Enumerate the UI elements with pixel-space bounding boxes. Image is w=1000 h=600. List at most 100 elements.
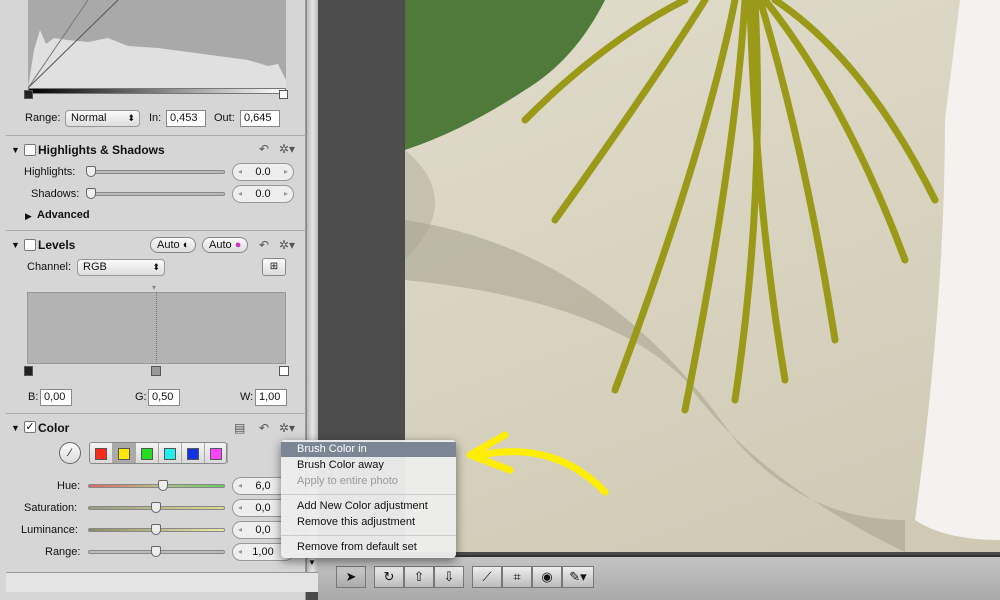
gray-level-handle[interactable]: [151, 366, 161, 376]
swatch-color: [187, 448, 199, 460]
dress: [915, 0, 1000, 540]
curves-histogram[interactable]: [28, 0, 286, 88]
disclosure-open-icon[interactable]: ▼: [11, 145, 20, 155]
color-title: Color: [38, 421, 70, 435]
eyedropper-icon[interactable]: ⁄: [59, 442, 81, 464]
gear-context-menu: Brush Color in Brush Color away Apply to…: [281, 440, 456, 558]
color-checkbox[interactable]: ✓: [24, 421, 36, 433]
swatch-color: [95, 448, 107, 460]
shadows-label: Shadows:: [31, 188, 80, 200]
reset-icon[interactable]: ↶: [259, 238, 269, 252]
luminance-slider-thumb[interactable]: [151, 524, 161, 535]
lift-icon[interactable]: ⇧: [404, 566, 434, 588]
auto-levels-luminance-button[interactable]: Auto ◐: [150, 237, 197, 253]
quarter-tones-button[interactable]: ⊞: [262, 258, 286, 276]
adjustments-panel: Range: Normal In: 0,453 Out: 0,645 ▼ Hig…: [0, 0, 306, 600]
shadows-slider[interactable]: [88, 192, 225, 196]
g-field[interactable]: 0,50: [148, 389, 180, 406]
reset-icon[interactable]: ↶: [259, 421, 269, 435]
disclosure-open-icon[interactable]: ▼: [11, 240, 20, 250]
saturation-label: Saturation:: [24, 502, 78, 514]
black-level-handle[interactable]: [24, 366, 33, 376]
photo-image: [405, 0, 1000, 552]
swatch-color: [210, 448, 222, 460]
gear-icon[interactable]: ✲▾: [279, 238, 295, 252]
redeye-icon[interactable]: ◉: [532, 566, 562, 588]
shadows-stepper[interactable]: 0.0: [232, 185, 294, 203]
gear-icon[interactable]: ✲▾: [279, 421, 295, 435]
highlights-stepper[interactable]: 0.0: [232, 163, 294, 181]
gamma-marker-icon: ▾: [152, 283, 157, 292]
highlights-slider[interactable]: [88, 170, 225, 174]
color-swatch-button[interactable]: [136, 443, 159, 463]
out-field[interactable]: 0,645: [240, 110, 280, 127]
half-circle-icon: ◐: [182, 239, 190, 251]
disclosure-closed-icon[interactable]: ▶: [25, 211, 32, 222]
hue-slider[interactable]: [88, 484, 225, 488]
menu-item-add-color-adjustment[interactable]: Add New Color adjustment: [281, 499, 456, 514]
menu-item-brush-color-away[interactable]: Brush Color away: [281, 458, 456, 473]
gear-icon[interactable]: ✲▾: [279, 142, 295, 156]
color-swatch-button[interactable]: [90, 443, 113, 463]
b-field[interactable]: 0,00: [40, 389, 72, 406]
color-swatch-button[interactable]: [182, 443, 205, 463]
auto-label: Auto: [157, 239, 180, 251]
w-field[interactable]: 1,00: [255, 389, 287, 406]
highlights-label: Highlights:: [24, 166, 76, 178]
levels-checkbox[interactable]: [24, 239, 36, 251]
hue-slider-thumb[interactable]: [158, 480, 168, 491]
table-icon[interactable]: ▤: [234, 421, 245, 435]
range-slider-thumb[interactable]: [151, 546, 161, 557]
divider: [6, 230, 306, 231]
in-label: In:: [149, 112, 162, 124]
gamma-line: [156, 292, 157, 364]
menu-item-remove-adjustment[interactable]: Remove this adjustment: [281, 515, 456, 530]
reset-icon[interactable]: ↶: [259, 142, 269, 156]
color-swatch-group: [89, 442, 228, 464]
range-select[interactable]: Normal: [65, 110, 140, 127]
straighten-icon[interactable]: ↻: [374, 566, 404, 588]
shadows-slider-thumb[interactable]: [86, 188, 96, 199]
menu-separator: [281, 494, 456, 495]
in-field[interactable]: 0,453: [166, 110, 206, 127]
highlights-slider-thumb[interactable]: [86, 166, 96, 177]
swatch-color: [141, 448, 153, 460]
divider: [6, 135, 306, 136]
photo-viewer[interactable]: [405, 0, 1000, 552]
brush-icon[interactable]: ✎▾: [562, 566, 594, 588]
crop-icon[interactable]: ⌗: [502, 566, 532, 588]
color-swatch-button[interactable]: [205, 443, 228, 463]
luminance-label: Luminance:: [21, 524, 78, 536]
channel-label: Channel:: [27, 261, 72, 273]
levels-title: Levels: [38, 238, 76, 252]
disclosure-open-icon[interactable]: ▼: [11, 423, 20, 433]
menu-item-apply-entire-photo: Apply to entire photo: [297, 475, 398, 487]
w-label: W:: [240, 391, 254, 403]
annotation-arrow: [476, 448, 609, 496]
range-label: Range:: [45, 546, 81, 558]
advanced-toggle[interactable]: Advanced: [37, 209, 90, 221]
menu-item-brush-color-in[interactable]: Brush Color in: [281, 442, 456, 457]
saturation-slider-thumb[interactable]: [151, 502, 161, 513]
black-point-handle[interactable]: [24, 90, 33, 99]
menu-separator: [281, 535, 456, 536]
white-level-handle[interactable]: [279, 366, 289, 376]
auto-levels-rgb-button[interactable]: Auto ●: [202, 237, 249, 253]
highlights-shadows-checkbox[interactable]: [24, 144, 36, 156]
bottom-toolbar: ➤ ↻ ⇧ ⇩ ⟋ ⌗ ◉ ✎▾: [318, 555, 1000, 600]
highlights-shadows-title: Highlights & Shadows: [38, 143, 165, 157]
swatch-color: [118, 448, 130, 460]
auto-label: Auto: [209, 239, 232, 251]
white-point-handle[interactable]: [279, 90, 288, 99]
divider: [6, 413, 306, 414]
color-wheel-icon: ●: [234, 239, 242, 251]
scroll-down-icon[interactable]: ▼: [308, 558, 316, 567]
select-icon[interactable]: ➤: [336, 566, 366, 588]
color-swatch-button[interactable]: [113, 443, 136, 463]
level-icon[interactable]: ⟋: [472, 566, 502, 588]
menu-item-remove-default-set[interactable]: Remove from default set: [281, 540, 456, 555]
g-label: G:: [135, 391, 147, 403]
color-swatch-button[interactable]: [159, 443, 182, 463]
channel-select[interactable]: RGB: [77, 259, 165, 276]
stamp-icon[interactable]: ⇩: [434, 566, 464, 588]
